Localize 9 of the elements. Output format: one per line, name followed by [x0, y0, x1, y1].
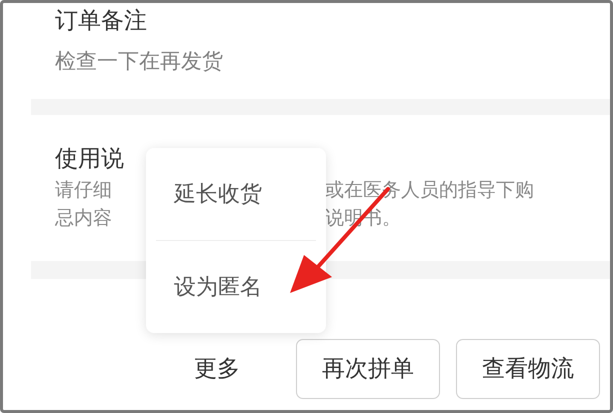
action-button[interactable]: 再次拼单	[296, 338, 440, 398]
action-button[interactable]: 查看物流	[456, 338, 600, 398]
menu-item[interactable]: 延长收货	[156, 148, 316, 240]
section-title: 订单备注	[55, 6, 148, 35]
remark-text: 检查一下在再发货	[55, 49, 224, 75]
usage-text: 请仔细	[55, 180, 112, 201]
usage-text: 忌内容	[55, 208, 112, 229]
section-title: 使用说	[55, 144, 125, 173]
more-link[interactable]: 更多	[194, 353, 240, 384]
